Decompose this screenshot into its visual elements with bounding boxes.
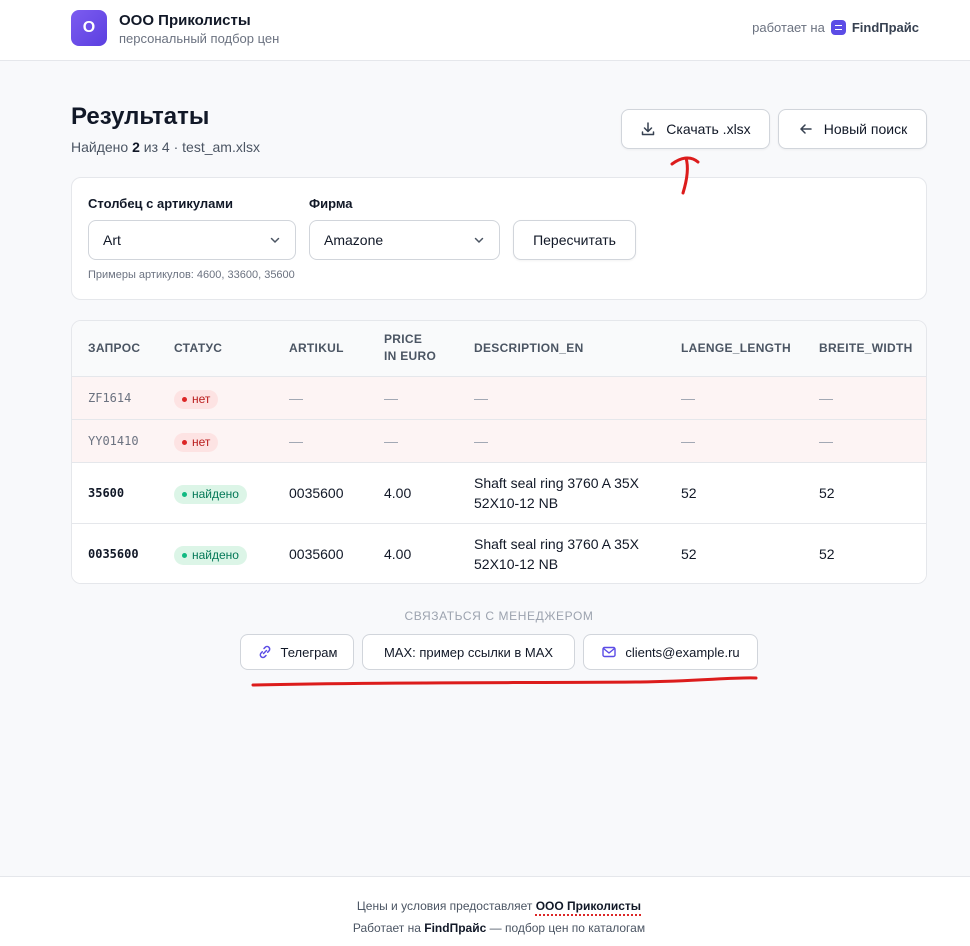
table-row: 35600 найдено 0035600 4.00 Shaft seal ri… [72,462,926,524]
width-cell: 52 [819,545,835,562]
footer-powered-suffix: — подбор цен по каталогам [489,921,646,935]
width-cell: — [803,419,926,463]
email-label: clients@example.ru [625,644,740,660]
width-cell: — [803,376,926,420]
artikul-cell: — [273,376,368,420]
email-button[interactable]: clients@example.ru [583,634,758,670]
red-underline-annotation [251,676,758,687]
status-badge: найдено [174,484,247,504]
length-cell: — [665,376,803,420]
max-button[interactable]: MAX: пример ссылки в MAX [362,634,575,670]
table-row: ZF1614 нет — — — — — [72,376,926,420]
column-header[interactable]: ARTIKUL [273,321,368,377]
query-cell: 0035600 [88,546,139,561]
mail-icon [602,646,617,658]
findprice-logo-icon [830,20,846,35]
telegram-label: Телеграм [280,644,338,660]
status-badge: найдено [174,545,247,565]
company-subtitle: персональный подбор цен [119,31,280,46]
firm-select[interactable]: Amazone [309,220,500,260]
telegram-button[interactable]: Телеграм [240,634,354,670]
firm-select-value: Amazone [324,232,384,248]
length-cell: 52 [665,462,803,524]
recalculate-label: Пересчитать [533,232,616,248]
results-table-card: ЗАПРОС СТАТУС ARTIKUL PRICE IN EURO DESC… [71,320,927,584]
new-search-label: Новый поиск [823,121,908,137]
footer-line-provider: Цены и условия предоставляет ООО Приколи… [0,899,970,913]
query-cell: ZF1614 [72,376,158,420]
top-bar: О ООО Приколисты персональный подбор цен… [0,0,970,61]
firm-select-label: Фирма [309,196,353,211]
price-cell: 4.00 [384,545,412,562]
company-logo: О [71,10,107,46]
status-cell: нет [158,419,273,463]
footer-powered-prefix: Работает на [352,921,421,935]
download-label: Скачать .xlsx [666,121,751,137]
footer-company-link[interactable]: ООО Приколисты [536,899,641,913]
recalculate-button[interactable]: Пересчитать [513,220,636,260]
footer-provider-prefix: Цены и условия предоставляет [356,899,533,913]
column-header[interactable]: ЗАПРОС [72,321,158,377]
contact-manager-title: СВЯЗАТЬСЯ С МЕНЕДЖЕРОМ [404,609,594,623]
description-cell: Shaft seal ring 3760 A 35X 52X10-12 NB [474,535,640,572]
column-select[interactable]: Art [88,220,296,260]
column-header[interactable]: DESCRIPTION_EN [458,321,665,377]
artikul-cell: 0035600 [273,462,368,524]
column-header[interactable]: BREITE_WIDTH [803,321,926,377]
found-suffix: из 4 · test_am.xlsx [143,139,260,155]
footer-brand-link[interactable]: FindПрайс [424,921,486,935]
new-search-button[interactable]: Новый поиск [778,109,927,149]
chevron-down-icon [270,237,280,244]
arrow-left-icon [800,124,812,134]
artikul-cell: 0035600 [289,545,344,562]
description-cell: Shaft seal ring 3760 A 35X 52X10-12 NB [458,462,665,524]
powered-prefix: работает на [752,20,825,35]
price-cell: — [368,419,458,463]
page-title: Результаты [71,103,210,130]
footer: Цены и условия предоставляет ООО Приколи… [0,876,970,946]
column-header[interactable]: PRICE IN EURO [368,321,458,377]
table-row: YY01410 нет — — — — — [72,419,926,463]
results-table: ЗАПРОС СТАТУС ARTIKUL PRICE IN EURO DESC… [72,321,926,583]
column-header[interactable]: LAENGE_LENGTH [665,321,803,377]
download-xlsx-button[interactable]: Скачать .xlsx [621,109,770,149]
price-cell: 4.00 [368,462,458,524]
column-header[interactable]: СТАТУС [158,321,273,377]
query-cell: 35600 [72,462,158,524]
status-cell: найдено [158,462,273,524]
width-cell: 52 [803,462,926,524]
status-cell: нет [158,376,273,420]
price-cell: — [368,376,458,420]
table-header-row: ЗАПРОС СТАТУС ARTIKUL PRICE IN EURO DESC… [72,321,926,377]
status-badge: нет [174,432,219,452]
results-summary: Найдено 2 из 4 · test_am.xlsx [71,139,260,155]
filter-panel: Столбец с артикулами Art Фирма Amazone П… [71,177,927,300]
query-cell: YY01410 [72,419,158,463]
description-cell: — [458,419,665,463]
powered-brand: FindПрайс [851,20,919,35]
company-name: ООО Приколисты [119,12,251,29]
examples-hint: Примеры артикулов: 4600, 33600, 35600 [88,269,295,281]
link-icon [259,645,270,659]
description-cell: — [458,376,665,420]
length-cell: — [665,419,803,463]
artikul-cell: — [273,419,368,463]
max-label: MAX: пример ссылки в MAX [383,644,554,660]
download-icon [642,122,655,136]
footer-line-powered: Работает на FindПрайс — подбор цен по ка… [0,921,970,935]
found-count: 2 [132,139,140,155]
column-select-label: Столбец с артикулами [88,196,234,211]
column-select-value: Art [103,232,121,248]
length-cell: 52 [681,545,697,562]
powered-by[interactable]: работает на FindПрайс [752,20,919,35]
table-row: 0035600 найдено 0035600 4.00 Shaft seal … [72,523,926,583]
status-cell: найдено [158,523,273,583]
status-badge: нет [174,389,219,409]
found-prefix: Найдено [71,139,129,155]
chevron-down-icon [474,237,484,244]
